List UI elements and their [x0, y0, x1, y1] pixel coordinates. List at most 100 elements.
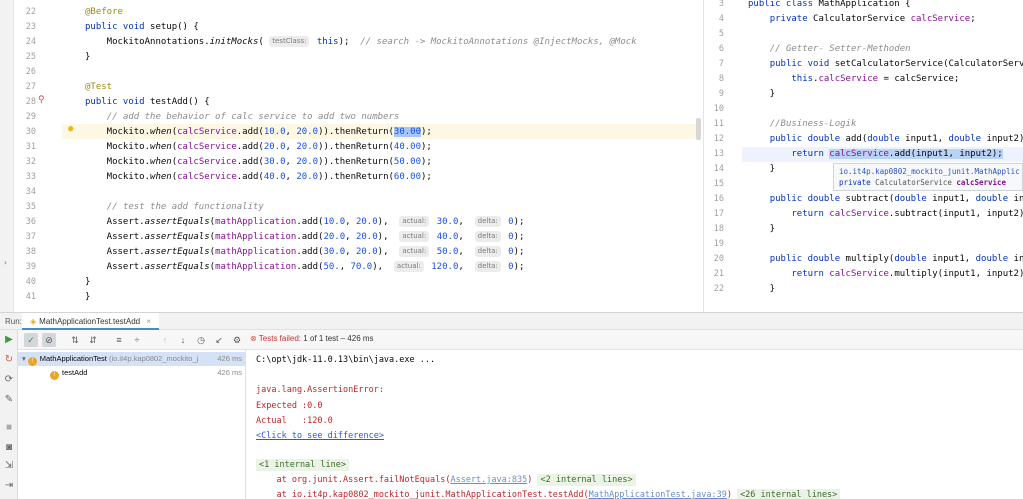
inlay-hint: delta: [474, 246, 501, 257]
code-token: double [894, 254, 927, 264]
run-config-tab[interactable]: ◈ MathApplicationTest.testAdd × [22, 313, 160, 330]
show-ignored-icon[interactable]: ⊘ [42, 333, 56, 347]
sort-duration-icon[interactable]: ⇵ [86, 333, 100, 347]
previous-failed-icon[interactable]: ↑ [158, 333, 172, 347]
code-text: } [748, 224, 776, 234]
line-number: 14 [713, 164, 724, 174]
code-token: 120.0 [431, 262, 459, 272]
line-number: 25 [25, 52, 36, 62]
code-token: 40.0 [436, 232, 459, 242]
line-number: 4 [718, 14, 724, 24]
line-number: 34 [25, 187, 36, 197]
code-text: @Before [85, 5, 123, 20]
run-test-gutter-icon[interactable]: ⚲ [38, 95, 45, 105]
code-token: 20.0 [355, 232, 378, 242]
code-token: return [791, 269, 824, 279]
code-token: mathApplication [215, 247, 297, 257]
line-number: 15 [713, 179, 724, 189]
line-number: 13 [713, 149, 724, 159]
sort-alpha-icon[interactable]: ⇅ [68, 333, 82, 347]
chevron-down-icon[interactable]: ▾ [18, 354, 26, 363]
run-label: Run: [5, 317, 22, 326]
camera-icon[interactable]: ◙ [3, 442, 15, 454]
line-number: 33 [25, 172, 36, 182]
editor-scroll-thumb[interactable] [696, 118, 701, 140]
import-tests-icon[interactable]: ⇲ [3, 460, 15, 472]
expand-all-icon[interactable]: ≡ [112, 333, 126, 347]
test-results-tree: ▾! MathApplicationTest (io.it4p.kap0802_m… [18, 350, 246, 499]
code-token: calcService [829, 149, 889, 159]
source-editor[interactable]: 3 public class MathApplication {4 private… [703, 0, 1023, 312]
code-token: 50.00 [393, 157, 422, 167]
diff-link[interactable]: <Click to see difference> [256, 431, 384, 441]
code-text: MockitoAnnotations.initMocks( testClass:… [85, 36, 637, 47]
line-number: 29 [25, 112, 36, 122]
console-output[interactable]: C:\opt\jdk-11.0.13\bin\java.exe ... java… [246, 350, 1023, 499]
code-token: this [316, 37, 339, 47]
rerun-failed-icon[interactable]: ↻ [3, 354, 15, 366]
expand-chevron-icon[interactable]: › [3, 258, 8, 267]
code-token: //Business-Logik [769, 119, 857, 129]
tooltip-declaration: private CalculatorService calcService [839, 178, 1007, 187]
code-token: // Getter- Setter-Methoden [769, 44, 911, 54]
line-number: 9 [718, 89, 724, 99]
code-token: 20.0 [263, 142, 286, 152]
tree-row-test-class[interactable]: ▾! MathApplicationTest (io.it4p.kap0802_m… [18, 352, 246, 366]
console-fold-1[interactable]: <1 internal line> [256, 459, 349, 471]
code-text: public double multiply(double input1, do… [769, 254, 1023, 264]
code-token: when [150, 127, 172, 137]
code-token: calcService [829, 209, 889, 219]
test-status: ⊗ Tests failed: 1 of 1 test – 426 ms [250, 334, 374, 343]
code-token: 40.0 [263, 172, 286, 182]
code-text: Mockito.when(calcService.add(40.0, 20.0)… [85, 172, 432, 182]
code-token: public double [769, 254, 841, 264]
exit-icon[interactable]: ⇥ [3, 480, 15, 492]
next-failed-icon[interactable]: ↓ [176, 333, 190, 347]
code-text: } [85, 52, 91, 62]
tree-row-test-method[interactable]: ! testAdd 426 ms [18, 366, 246, 380]
rerun-icon[interactable]: ▶ [3, 334, 15, 346]
code-token: 0 [508, 247, 514, 257]
export-results-icon[interactable]: ↙ [212, 333, 226, 347]
tooltip-package: io.it4p.kap0802_mockito_junit.MathApplic [839, 167, 1020, 176]
intention-bulb-icon[interactable]: ● [68, 124, 73, 134]
code-token: when [150, 157, 172, 167]
code-text: public class MathApplication { [748, 0, 911, 9]
close-icon[interactable]: × [146, 317, 151, 326]
test-editor[interactable]: › 22 @Before 23 public void setup() {24 Moc… [0, 0, 703, 312]
code-text: private CalculatorService calcService; [769, 14, 976, 24]
code-token: calcService [177, 172, 237, 182]
toggle-auto-test-icon[interactable]: ⟳ [3, 374, 15, 386]
collapse-all-icon[interactable]: ÷ [130, 333, 144, 347]
code-text: @Test [85, 80, 112, 95]
code-token: 20.0 [355, 247, 378, 257]
line-number: 24 [25, 37, 36, 47]
inlay-hint: actual: [399, 246, 430, 257]
line-number: 7 [718, 59, 724, 69]
code-token: 60.00 [393, 172, 422, 182]
test-history-icon[interactable]: ◷ [194, 333, 208, 347]
code-token: 30.0 [436, 217, 459, 227]
console-error: java.lang.AssertionError: [256, 385, 384, 395]
line-number: 36 [25, 217, 36, 227]
code-token: 20.0 [296, 127, 319, 137]
code-token: calcService [910, 14, 971, 24]
line-number: 28 [25, 97, 36, 107]
project-tool-strip: › [0, 0, 14, 312]
code-token: return [791, 149, 824, 159]
inlay-hint: actual: [399, 231, 430, 242]
show-passed-icon[interactable]: ✓ [24, 333, 38, 347]
code-token: 20.0 [323, 232, 346, 242]
code-token: assertEquals [144, 262, 210, 272]
code-text: return calcService.subtract(input1, inpu… [791, 209, 1023, 219]
code-token: // test the add functionality [106, 202, 264, 212]
code-token: // add the behavior of calc service to a… [106, 112, 400, 122]
line-number: 20 [713, 254, 724, 264]
line-number: 38 [25, 247, 36, 257]
stop-icon[interactable]: ■ [3, 422, 15, 434]
code-token: 0 [508, 262, 514, 272]
code-token: this [791, 74, 814, 84]
settings-gear-icon[interactable]: ⚙ [230, 333, 244, 347]
wrench-icon[interactable]: ✎ [3, 394, 15, 406]
code-token: 10.0 [263, 127, 286, 137]
